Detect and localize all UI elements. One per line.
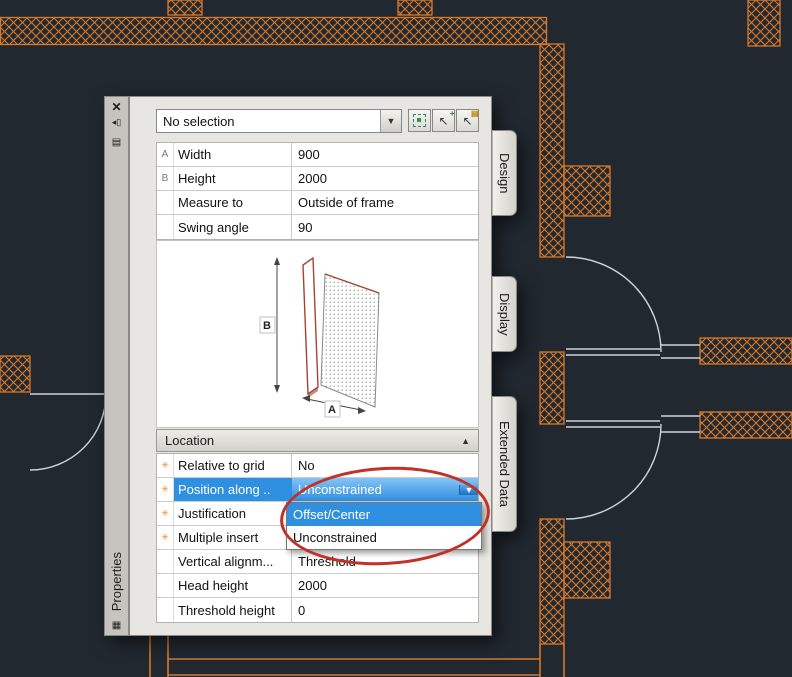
modified-marker-icon: ✳ bbox=[157, 526, 174, 549]
row-key bbox=[157, 215, 174, 239]
collapse-icon[interactable]: ▲ bbox=[461, 436, 470, 446]
select-objects-button[interactable]: ↖ + bbox=[432, 109, 455, 132]
row-label: Height bbox=[174, 167, 292, 190]
property-row[interactable]: Vertical alignm... Threshold bbox=[157, 550, 478, 574]
drawing-canvas[interactable]: ✕ ◂▯ ▤ Properties ▦ No selection ▼ ↖ + ↖… bbox=[0, 0, 792, 677]
dimension-label-b: B bbox=[263, 320, 271, 332]
property-row-selected[interactable]: ✳ Position along .. Unconstrained ▼ bbox=[157, 478, 478, 502]
property-row[interactable]: A Width 900 bbox=[157, 143, 478, 167]
palette-panel: No selection ▼ ↖ + ↖ ▤ A Width 900 B Hei… bbox=[129, 96, 493, 636]
close-icon[interactable]: ✕ bbox=[105, 100, 128, 114]
tab-extended-data[interactable]: Extended Data bbox=[492, 396, 517, 532]
row-label: Multiple insert bbox=[174, 526, 292, 549]
row-value[interactable]: 90 bbox=[292, 215, 478, 239]
row-value[interactable]: 0 bbox=[292, 598, 478, 622]
tab-display[interactable]: Display bbox=[492, 276, 517, 352]
selection-dropdown-value: No selection bbox=[163, 113, 235, 129]
tab-label: Extended Data bbox=[497, 420, 512, 507]
row-value[interactable]: No bbox=[292, 454, 478, 477]
location-header-label: Location bbox=[165, 433, 215, 448]
pickadd-icon bbox=[413, 114, 426, 127]
row-label: Vertical alignm... bbox=[174, 550, 292, 573]
tab-label: Design bbox=[497, 152, 512, 194]
dropdown-open-list: Offset/Center Unconstrained bbox=[286, 502, 482, 550]
dimensions-grid: A Width 900 B Height 2000 Measure to Out… bbox=[156, 142, 479, 240]
palette-properties-icon[interactable]: ▦ bbox=[105, 620, 128, 631]
modified-marker-icon: ✳ bbox=[157, 478, 174, 501]
row-value[interactable]: Outside of frame bbox=[292, 191, 478, 214]
row-label: Position along .. bbox=[174, 478, 292, 501]
modified-marker-icon bbox=[157, 598, 174, 622]
row-label: Justification bbox=[174, 502, 292, 525]
tab-design[interactable]: Design bbox=[492, 130, 517, 216]
property-row[interactable]: Measure to Outside of frame bbox=[157, 191, 478, 215]
location-section-header[interactable]: Location ▲ bbox=[156, 429, 479, 452]
properties-palette: ✕ ◂▯ ▤ Properties ▦ No selection ▼ ↖ + ↖… bbox=[104, 96, 518, 636]
row-key bbox=[157, 191, 174, 214]
modified-marker-icon bbox=[157, 574, 174, 597]
property-row[interactable]: Threshold height 0 bbox=[157, 598, 478, 622]
row-key: A bbox=[157, 143, 174, 166]
door-diagram: B A bbox=[259, 256, 380, 418]
palette-title-text: Properties bbox=[109, 551, 124, 611]
menu-icon[interactable]: ▤ bbox=[105, 137, 128, 148]
row-label: Swing angle bbox=[174, 215, 292, 239]
quick-select-button[interactable]: ↖ ▤ bbox=[456, 109, 479, 132]
row-label: Relative to grid bbox=[174, 454, 292, 477]
row-label: Measure to bbox=[174, 191, 292, 214]
row-label: Width bbox=[174, 143, 292, 166]
wall-lines bbox=[149, 636, 565, 677]
toggle-pickadd-button[interactable] bbox=[408, 109, 431, 132]
palette-title: Properties bbox=[105, 552, 128, 611]
property-row[interactable]: ✳ Relative to grid No bbox=[157, 454, 478, 478]
property-row[interactable]: B Height 2000 bbox=[157, 167, 478, 191]
property-row[interactable]: Swing angle 90 bbox=[157, 215, 478, 239]
dimension-label-a: A bbox=[328, 404, 336, 416]
tab-label: Display bbox=[497, 292, 512, 336]
chevron-down-icon[interactable]: ▼ bbox=[380, 110, 401, 132]
select-objects-icon: ↖ + bbox=[438, 108, 455, 128]
chevron-down-icon[interactable]: ▼ bbox=[459, 484, 478, 495]
quick-select-icon: ↖ ▤ bbox=[462, 108, 479, 128]
row-value[interactable]: Threshold bbox=[292, 550, 478, 573]
selection-dropdown[interactable]: No selection ▼ bbox=[156, 109, 402, 133]
door-preview-image: B A bbox=[156, 240, 479, 428]
row-value[interactable]: 2000 bbox=[292, 574, 478, 597]
property-row[interactable]: Head height 2000 bbox=[157, 574, 478, 598]
modified-marker-icon: ✳ bbox=[157, 454, 174, 477]
dropdown-option[interactable]: Unconstrained bbox=[287, 526, 481, 549]
palette-tabs: Design Display Extended Data bbox=[492, 96, 518, 636]
row-label: Threshold height bbox=[174, 598, 292, 622]
row-value[interactable]: 900 bbox=[292, 143, 478, 166]
autohide-icon[interactable]: ◂▯ bbox=[105, 117, 128, 128]
palette-titlebar: ✕ ◂▯ ▤ Properties ▦ bbox=[104, 96, 129, 636]
row-label: Head height bbox=[174, 574, 292, 597]
position-along-dropdown[interactable]: Unconstrained ▼ bbox=[292, 478, 478, 501]
modified-marker-icon: ✳ bbox=[157, 502, 174, 525]
modified-marker-icon bbox=[157, 550, 174, 573]
row-key: B bbox=[157, 167, 174, 190]
row-value[interactable]: 2000 bbox=[292, 167, 478, 190]
dropdown-option[interactable]: Offset/Center bbox=[287, 503, 481, 526]
dropdown-current-value: Unconstrained bbox=[298, 482, 382, 497]
